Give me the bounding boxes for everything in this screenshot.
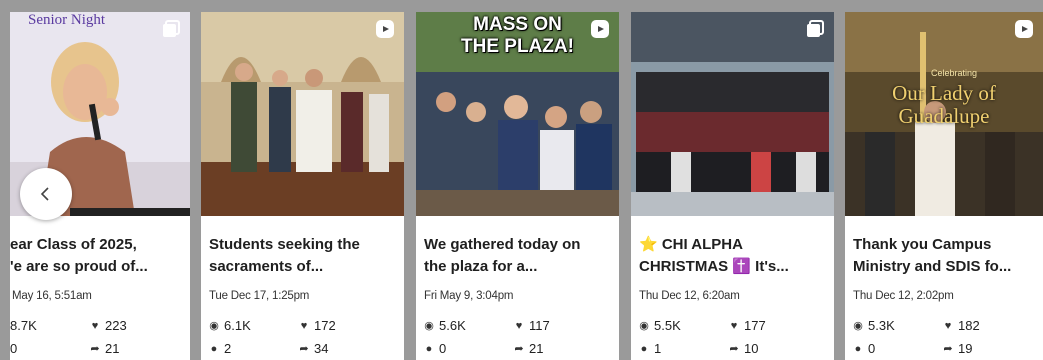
share-arrow-icon: ➦ <box>943 343 953 355</box>
comments-stat: ● 0 <box>853 341 876 356</box>
comments-value: 0 <box>439 341 447 356</box>
post-date: Thu Dec 12, 6:20am <box>639 290 740 302</box>
eye-icon: ◉ <box>424 320 434 332</box>
comment-dot-icon: ● <box>640 342 648 355</box>
views-value: 5.3K <box>868 318 895 333</box>
eye-icon: ◉ <box>853 320 863 332</box>
likes-value: 172 <box>314 318 336 333</box>
post-thumbnail[interactable] <box>631 12 834 216</box>
chevron-left-icon <box>40 187 49 201</box>
comments-stat: 0 <box>10 341 17 356</box>
views-value: 5.5K <box>654 318 681 333</box>
comments-value: 0 <box>868 341 876 356</box>
comment-dot-icon: ● <box>854 342 862 355</box>
heart-icon: ♥ <box>944 319 952 332</box>
post-date: Tue Dec 17, 1:25pm <box>209 290 310 302</box>
thumbnail-overlay-text: MASS ON THE PLAZA! <box>461 14 574 57</box>
post-card-4[interactable]: ⭐ CHI ALPHA CHRISTMAS ✝️ It's... Thu Dec… <box>631 12 834 360</box>
likes-stat: ♥ 182 <box>943 318 980 333</box>
shares-value: 10 <box>744 341 759 356</box>
post-caption: Thank you Campus Ministry and SDIS fo... <box>853 236 1012 275</box>
heart-icon: ♥ <box>300 319 308 332</box>
likes-stat: ♥ 223 <box>90 318 127 333</box>
likes-value: 177 <box>744 318 766 333</box>
post-thumbnail[interactable]: MASS ON THE PLAZA! <box>416 12 619 216</box>
post-caption: Students seeking the sacraments of... <box>209 236 360 275</box>
comment-dot-icon: ● <box>210 342 218 355</box>
carousel-icon <box>163 20 180 37</box>
likes-value: 223 <box>105 318 127 333</box>
heart-icon: ♥ <box>730 319 738 332</box>
thumbnail-image <box>201 12 404 216</box>
reel-icon <box>376 20 394 38</box>
shares-stat: ➦ 21 <box>90 341 119 356</box>
carousel-prev-button[interactable] <box>20 168 72 220</box>
comments-stat: ● 1 <box>639 341 662 356</box>
thumbnail-overlay-text: Senior Night <box>28 12 106 28</box>
views-stat: ◉ 5.3K <box>853 318 895 333</box>
shares-value: 19 <box>958 341 973 356</box>
shares-stat: ➦ 10 <box>729 341 758 356</box>
views-value: 8.7K <box>10 318 37 333</box>
shares-value: 21 <box>529 341 544 356</box>
post-caption: We gathered today on the plaza for a... <box>424 236 581 275</box>
post-caption: ⭐ CHI ALPHA CHRISTMAS ✝️ It's... <box>639 236 789 275</box>
likes-value: 182 <box>958 318 980 333</box>
comments-value: 2 <box>224 341 232 356</box>
shares-stat: ➦ 34 <box>299 341 328 356</box>
share-arrow-icon: ➦ <box>90 343 100 355</box>
shares-stat: ➦ 19 <box>943 341 972 356</box>
post-date: Fri May 9, 3:04pm <box>424 290 514 302</box>
post-thumbnail[interactable]: Celebrating Our Lady of Guadalupe <box>845 12 1043 216</box>
thumbnail-overlay-text: Our Lady of Guadalupe <box>892 81 996 128</box>
shares-value: 21 <box>105 341 120 356</box>
heart-icon: ♥ <box>91 319 99 332</box>
share-arrow-icon: ➦ <box>514 343 524 355</box>
views-stat: ◉ 5.5K <box>639 318 681 333</box>
post-caption: ear Class of 2025, 'e are so proud of... <box>10 236 148 275</box>
carousel-icon <box>807 20 824 37</box>
shares-stat: ➦ 21 <box>514 341 543 356</box>
comments-value: 1 <box>654 341 662 356</box>
comments-stat: ● 2 <box>209 341 232 356</box>
reel-icon <box>591 20 609 38</box>
post-date: May 16, 5:51am <box>12 290 92 302</box>
post-date: Thu Dec 12, 2:02pm <box>853 290 954 302</box>
likes-stat: ♥ 172 <box>299 318 336 333</box>
post-card-3[interactable]: MASS ON THE PLAZA! We gathered today on … <box>416 12 619 360</box>
post-card-2[interactable]: Students seeking the sacraments of... Tu… <box>201 12 404 360</box>
thumbnail-image <box>631 12 834 216</box>
views-value: 6.1K <box>224 318 251 333</box>
comment-dot-icon: ● <box>425 342 433 355</box>
heart-icon: ♥ <box>515 319 523 332</box>
views-value: 5.6K <box>439 318 466 333</box>
views-stat: ◉ 6.1K <box>209 318 251 333</box>
likes-stat: ♥ 117 <box>514 318 550 333</box>
post-card-5[interactable]: Celebrating Our Lady of Guadalupe Thank … <box>845 12 1043 360</box>
share-arrow-icon: ➦ <box>299 343 309 355</box>
comments-stat: ● 0 <box>424 341 447 356</box>
eye-icon: ◉ <box>209 320 219 332</box>
post-thumbnail[interactable] <box>201 12 404 216</box>
views-stat: ◉ 5.6K <box>424 318 466 333</box>
post-carousel: Senior Night ear Class of 2025, 'e are s… <box>0 8 1043 360</box>
thumbnail-overlay-small-text: Celebrating <box>930 68 978 78</box>
share-arrow-icon: ➦ <box>729 343 739 355</box>
views-stat: 8.7K <box>10 318 37 333</box>
likes-value: 117 <box>529 318 550 333</box>
shares-value: 34 <box>314 341 329 356</box>
likes-stat: ♥ 177 <box>729 318 766 333</box>
eye-icon: ◉ <box>639 320 649 332</box>
comments-value: 0 <box>10 341 18 356</box>
reel-icon <box>1015 20 1033 38</box>
